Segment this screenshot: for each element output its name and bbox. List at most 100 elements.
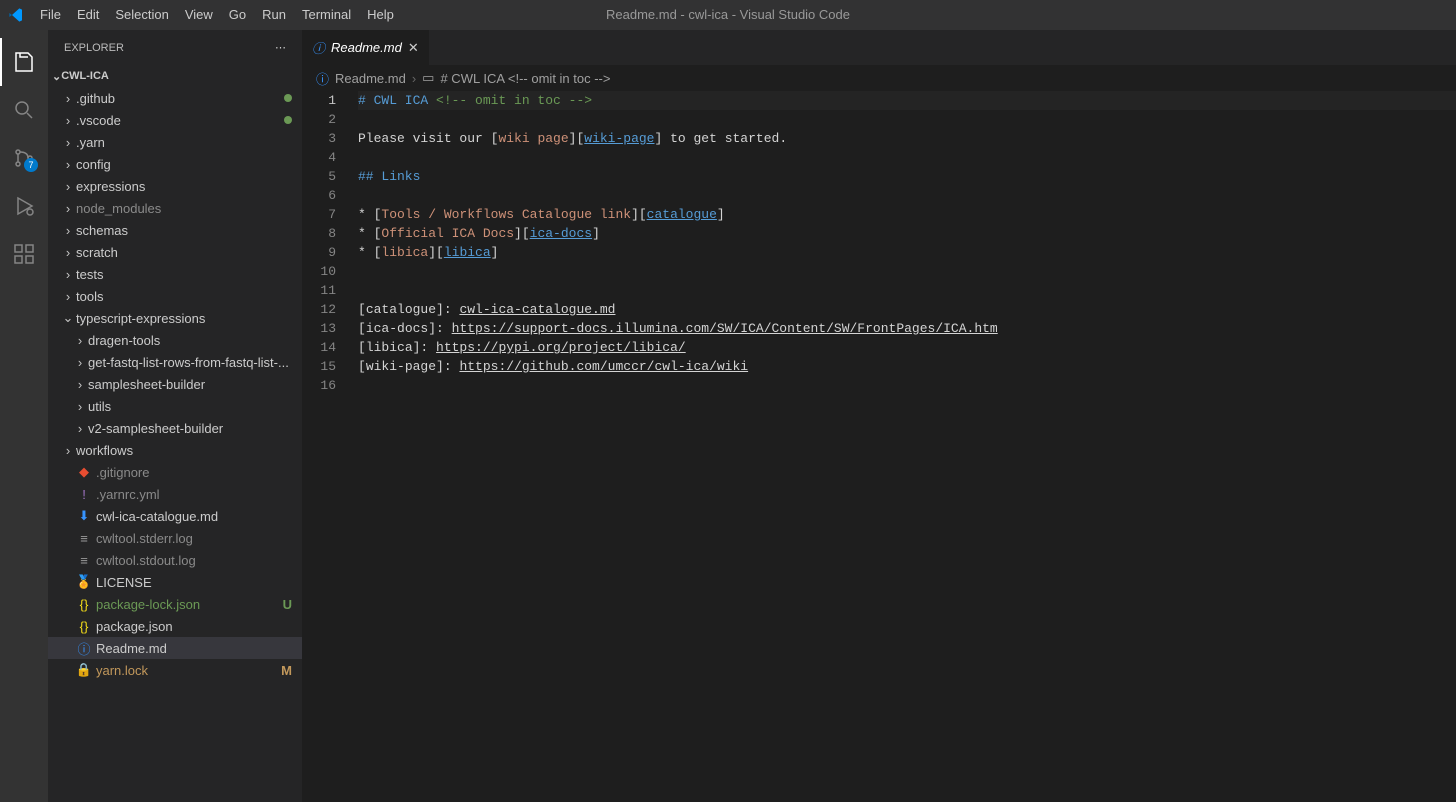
sidebar-header: EXPLORER ⋯ [48, 30, 302, 65]
folder-utils[interactable]: ›utils [48, 395, 302, 417]
line-number: 2 [302, 110, 336, 129]
folder-config[interactable]: ›config [48, 153, 302, 175]
md-icon: ⬇ [76, 508, 92, 524]
code-line: * [libica][libica] [358, 243, 1456, 262]
folder-get-fastq-list-rows-from-fastq-list-[interactable]: ›get-fastq-list-rows-from-fastq-list-... [48, 351, 302, 373]
tree-item-label: scratch [76, 245, 292, 260]
code-line: [wiki-page]: https://github.com/umccr/cw… [358, 357, 1456, 376]
sidebar-more-icon[interactable]: ⋯ [275, 41, 286, 54]
editor-tabs: ⓘ Readme.md ✕ [302, 30, 1456, 65]
json-icon: {} [76, 596, 92, 612]
project-name: CWL-ICA [61, 70, 109, 82]
modified-dot-icon [284, 94, 292, 102]
file-package-json[interactable]: {} package.json [48, 615, 302, 637]
sidebar: EXPLORER ⋯ ⌄ CWL-ICA ›.github›.vscode›.y… [48, 30, 302, 802]
file-cwltool-stderr-log[interactable]: ≡cwltool.stderr.log [48, 527, 302, 549]
tree-item-label: get-fastq-list-rows-from-fastq-list-... [88, 355, 292, 370]
activity-scm-icon[interactable]: 7 [0, 134, 48, 182]
folder-samplesheet-builder[interactable]: ›samplesheet-builder [48, 373, 302, 395]
activity-debug-icon[interactable] [0, 182, 48, 230]
code-line: * [Tools / Workflows Catalogue link][cat… [358, 205, 1456, 224]
chevron-right-icon: › [72, 377, 88, 392]
menu-terminal[interactable]: Terminal [294, 0, 359, 30]
file-readme-md[interactable]: ⓘReadme.md [48, 637, 302, 659]
activity-bar: 7 [0, 30, 48, 802]
tree-item-label: typescript-expressions [76, 311, 292, 326]
folder-scratch[interactable]: ›scratch [48, 241, 302, 263]
line-number: 6 [302, 186, 336, 205]
tree-item-label: dragen-tools [88, 333, 292, 348]
json-icon: {} [76, 618, 92, 634]
tree-item-label: tools [76, 289, 292, 304]
line-number: 8 [302, 224, 336, 243]
code-line: ## Links [358, 167, 1456, 186]
folder-expressions[interactable]: ›expressions [48, 175, 302, 197]
line-number: 16 [302, 376, 336, 395]
file-package-lock-json[interactable]: {}package-lock.jsonU [48, 593, 302, 615]
menu-go[interactable]: Go [221, 0, 254, 30]
project-root[interactable]: ⌄ CWL-ICA [48, 65, 302, 87]
code-line: * [Official ICA Docs][ica-docs] [358, 224, 1456, 243]
folder-v2-samplesheet-builder[interactable]: ›v2-samplesheet-builder [48, 417, 302, 439]
chevron-right-icon: › [72, 399, 88, 414]
menu-edit[interactable]: Edit [69, 0, 107, 30]
folder-schemas[interactable]: ›schemas [48, 219, 302, 241]
activity-explorer-icon[interactable] [0, 38, 48, 86]
file-yarn-lock[interactable]: 🔒yarn.lockM [48, 659, 302, 681]
yaml-icon: ! [76, 486, 92, 502]
menu-run[interactable]: Run [254, 0, 294, 30]
file-tree: ›.github›.vscode›.yarn›config›expression… [48, 87, 302, 802]
chevron-right-icon: › [60, 113, 76, 128]
menubar: FileEditSelectionViewGoRunTerminalHelp [32, 0, 402, 30]
code-content[interactable]: # CWL ICA <!-- omit in toc --> Please vi… [350, 91, 1456, 802]
activity-search-icon[interactable] [0, 86, 48, 134]
line-number: 3 [302, 129, 336, 148]
folder-typescript-expressions[interactable]: ⌄typescript-expressions [48, 307, 302, 329]
chevron-down-icon: ⌄ [52, 70, 61, 83]
chevron-right-icon: › [72, 333, 88, 348]
chevron-right-icon: › [60, 91, 76, 106]
chevron-right-icon: › [60, 179, 76, 194]
menu-help[interactable]: Help [359, 0, 402, 30]
menu-file[interactable]: File [32, 0, 69, 30]
file--yarnrc-yml[interactable]: !.yarnrc.yml [48, 483, 302, 505]
tree-item-label: LICENSE [96, 575, 292, 590]
code-line: # CWL ICA <!-- omit in toc --> [358, 91, 1456, 110]
editor-area: ⓘ Readme.md ✕ ⓘ Readme.md › ▭ # CWL ICA … [302, 30, 1456, 802]
tree-item-label: package.json [96, 619, 292, 634]
folder-workflows[interactable]: ›workflows [48, 439, 302, 461]
menu-view[interactable]: View [177, 0, 221, 30]
vscode-logo-icon [8, 7, 24, 23]
folder--vscode[interactable]: ›.vscode [48, 109, 302, 131]
tree-item-label: expressions [76, 179, 292, 194]
code-line [358, 376, 1456, 395]
close-icon[interactable]: ✕ [408, 40, 419, 56]
folder-tests[interactable]: ›tests [48, 263, 302, 285]
code-line: [ica-docs]: https://support-docs.illumin… [358, 319, 1456, 338]
file-license[interactable]: 🏅LICENSE [48, 571, 302, 593]
file-cwl-ica-catalogue-md[interactable]: ⬇cwl-ica-catalogue.md [48, 505, 302, 527]
menu-selection[interactable]: Selection [107, 0, 176, 30]
file-cwltool-stdout-log[interactable]: ≡cwltool.stdout.log [48, 549, 302, 571]
folder--github[interactable]: ›.github [48, 87, 302, 109]
code-line [358, 186, 1456, 205]
tree-item-label: yarn.lock [96, 663, 277, 678]
symbol-icon: ▭ [422, 70, 434, 86]
tree-item-label: config [76, 157, 292, 172]
folder-node-modules[interactable]: ›node_modules [48, 197, 302, 219]
chevron-right-icon: › [72, 355, 88, 370]
lock-icon: 🔒 [76, 662, 92, 678]
line-number: 10 [302, 262, 336, 281]
scm-badge: 7 [24, 158, 38, 172]
folder-dragen-tools[interactable]: ›dragen-tools [48, 329, 302, 351]
info-icon: ⓘ [76, 640, 92, 656]
code-line: Please visit our [wiki page][wiki-page] … [358, 129, 1456, 148]
folder-tools[interactable]: ›tools [48, 285, 302, 307]
file--gitignore[interactable]: ◆.gitignore [48, 461, 302, 483]
editor-body[interactable]: 12345678910111213141516 # CWL ICA <!-- o… [302, 91, 1456, 802]
breadcrumb[interactable]: ⓘ Readme.md › ▭ # CWL ICA <!-- omit in t… [302, 65, 1456, 91]
tab-label: Readme.md [331, 40, 402, 55]
activity-extensions-icon[interactable] [0, 230, 48, 278]
tab-readme[interactable]: ⓘ Readme.md ✕ [302, 30, 429, 65]
folder--yarn[interactable]: ›.yarn [48, 131, 302, 153]
